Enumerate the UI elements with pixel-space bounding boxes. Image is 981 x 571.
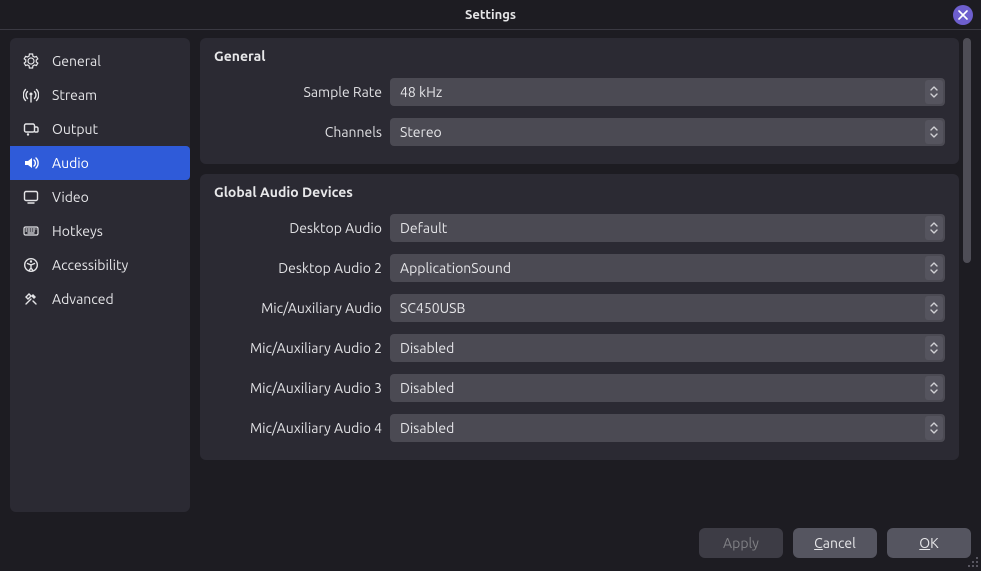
cancel-button-label: Cancel (814, 535, 856, 551)
sidebar-item-advanced[interactable]: Advanced (10, 282, 190, 316)
sidebar-item-label: Stream (52, 87, 97, 103)
apply-button[interactable]: Apply (699, 528, 783, 558)
spinner-icon (925, 80, 943, 104)
desktop-audio-label: Desktop Audio (214, 220, 382, 236)
desktop-audio-value: Default (400, 220, 447, 236)
titlebar: Settings (0, 0, 981, 30)
spinner-icon (925, 376, 943, 400)
apply-button-label: Apply (723, 535, 759, 551)
section-general: General Sample Rate 48 kHz Channels (200, 38, 959, 164)
output-icon (22, 120, 40, 138)
mic-aux-4-value: Disabled (400, 420, 454, 436)
mic-aux-select[interactable]: SC450USB (390, 294, 945, 322)
mic-aux-3-value: Disabled (400, 380, 454, 396)
channels-value: Stereo (400, 124, 442, 140)
desktop-audio-select[interactable]: Default (390, 214, 945, 242)
spinner-icon (925, 296, 943, 320)
tools-icon (22, 290, 40, 308)
sidebar-item-label: Output (52, 121, 98, 137)
resize-grip[interactable] (965, 554, 979, 568)
spinner-icon (925, 216, 943, 240)
sidebar-item-output[interactable]: Output (10, 112, 190, 146)
sample-rate-label: Sample Rate (214, 84, 382, 100)
sidebar-item-label: Video (52, 189, 89, 205)
mic-aux-value: SC450USB (400, 300, 465, 316)
channels-select[interactable]: Stereo (390, 118, 945, 146)
spinner-icon (925, 416, 943, 440)
section-general-title: General (214, 48, 945, 64)
sidebar-item-audio[interactable]: Audio (10, 146, 190, 180)
sidebar-item-label: Accessibility (52, 257, 128, 273)
sample-rate-select[interactable]: 48 kHz (390, 78, 945, 106)
dialog-footer: Apply Cancel OK (699, 528, 971, 558)
scrollbar-thumb[interactable] (963, 38, 971, 263)
sidebar-item-hotkeys[interactable]: Hotkeys (10, 214, 190, 248)
monitor-icon (22, 188, 40, 206)
sidebar-item-label: Hotkeys (52, 223, 103, 239)
mic-aux-4-label: Mic/Auxiliary Audio 4 (214, 420, 382, 436)
desktop-audio-2-label: Desktop Audio 2 (214, 260, 382, 276)
settings-sidebar: General Stream Output Audio Video Hotkeys Acce… (10, 38, 190, 512)
channels-label: Channels (214, 124, 382, 140)
mic-aux-2-value: Disabled (400, 340, 454, 356)
mic-aux-2-label: Mic/Auxiliary Audio 2 (214, 340, 382, 356)
spinner-icon (925, 256, 943, 280)
keyboard-icon (22, 222, 40, 240)
section-global-audio-devices: Global Audio Devices Desktop Audio Defau… (200, 174, 959, 460)
sidebar-item-general[interactable]: General (10, 44, 190, 78)
ok-button[interactable]: OK (887, 528, 971, 558)
desktop-audio-2-select[interactable]: ApplicationSound (390, 254, 945, 282)
sidebar-item-label: Advanced (52, 291, 114, 307)
mic-aux-3-label: Mic/Auxiliary Audio 3 (214, 380, 382, 396)
sidebar-item-label: Audio (52, 155, 89, 171)
mic-aux-2-select[interactable]: Disabled (390, 334, 945, 362)
sidebar-item-stream[interactable]: Stream (10, 78, 190, 112)
cancel-button[interactable]: Cancel (793, 528, 877, 558)
mic-aux-3-select[interactable]: Disabled (390, 374, 945, 402)
sidebar-item-video[interactable]: Video (10, 180, 190, 214)
window-title: Settings (465, 8, 516, 22)
window-close-button[interactable] (953, 5, 973, 25)
speaker-icon (22, 154, 40, 172)
desktop-audio-2-value: ApplicationSound (400, 260, 511, 276)
accessibility-icon (22, 256, 40, 274)
close-icon (958, 7, 968, 23)
sample-rate-value: 48 kHz (400, 84, 442, 100)
mic-aux-label: Mic/Auxiliary Audio (214, 300, 382, 316)
mic-aux-4-select[interactable]: Disabled (390, 414, 945, 442)
gear-icon (22, 52, 40, 70)
spinner-icon (925, 120, 943, 144)
sidebar-item-label: General (52, 53, 101, 69)
content-scrollbar[interactable] (963, 38, 971, 512)
settings-content: General Sample Rate 48 kHz Channels (200, 38, 959, 512)
sidebar-item-accessibility[interactable]: Accessibility (10, 248, 190, 282)
antenna-icon (22, 86, 40, 104)
ok-button-label: OK (919, 535, 938, 551)
section-devices-title: Global Audio Devices (214, 184, 945, 200)
spinner-icon (925, 336, 943, 360)
